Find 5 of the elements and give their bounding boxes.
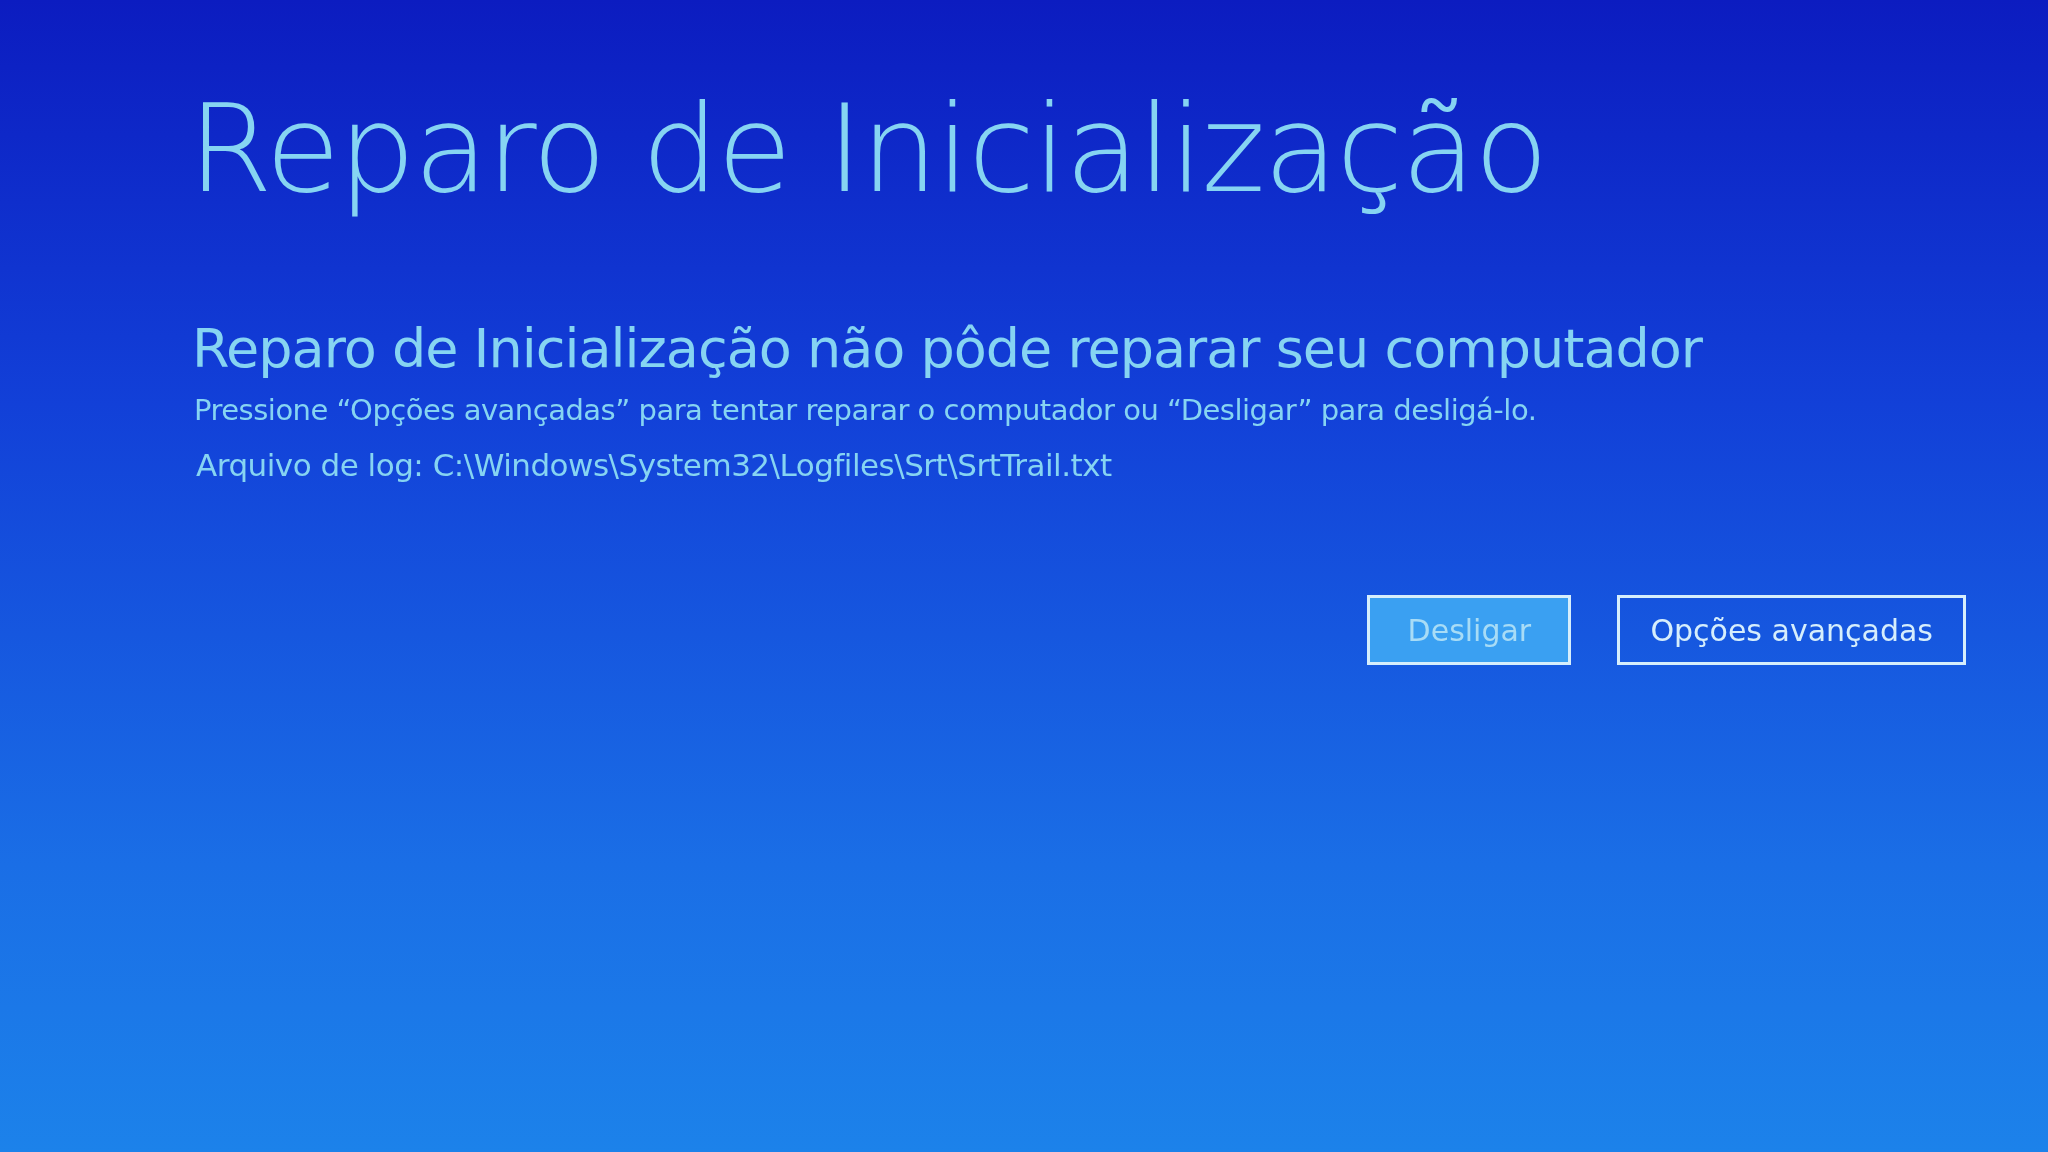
advanced-options-button[interactable]: Opções avançadas	[1617, 595, 1966, 666]
instruction-text: Pressione “Opções avançadas” para tentar reparar o computador ou “Desligar” para desligá-lo.	[194, 393, 1538, 428]
error-heading: Reparo de Inicialização não pôde reparar seu computador	[192, 316, 1704, 382]
screen-title: Reparo de Inicialização	[188, 77, 1548, 222]
log-file-path: Arquivo de log: C:\Windows\System32\Logfiles\Srt\SrtTrail.txt	[196, 447, 1113, 484]
